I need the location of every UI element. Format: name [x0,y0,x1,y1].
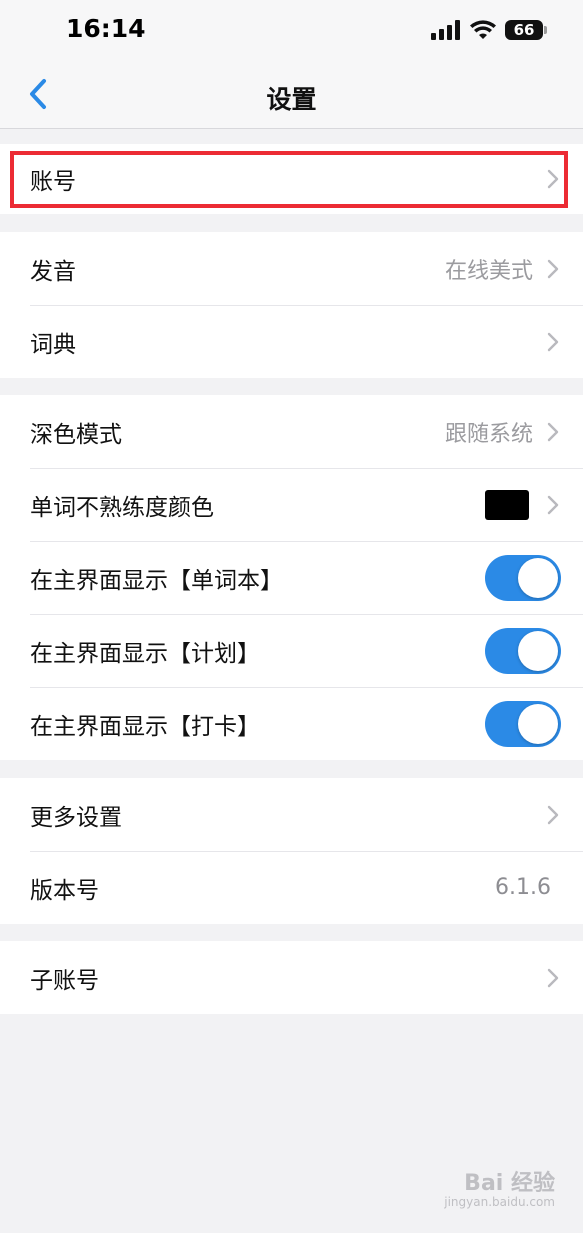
row-dark-mode[interactable]: 深色模式 跟随系统 [0,395,583,468]
row-value: 跟随系统 [444,421,533,447]
version-value: 6.1.6 [495,875,551,900]
cellular-signal-icon [431,20,460,40]
chevron-right-icon [547,258,561,280]
chevron-right-icon [547,804,561,826]
settings-group-account: 账号 [0,144,583,214]
wifi-icon [470,20,496,39]
row-show-checkin: 在主界面显示【打卡】 [0,687,583,760]
status-time: 16:14 [66,14,146,43]
toggle-switch-wordbook[interactable] [485,554,561,601]
chevron-right-icon [547,494,561,516]
row-account[interactable]: 账号 [0,144,583,214]
row-label: 词典 [30,331,76,358]
chevron-right-icon [547,331,561,353]
toggle-knob [518,630,558,671]
row-value: 在线美式 [444,258,533,284]
row-label: 发音 [30,258,76,285]
navigation-bar: 设置 [0,60,583,129]
watermark-subtext: jingyan.baidu.com [444,1195,555,1210]
chevron-right-icon [547,168,561,190]
watermark: Bai 经验 jingyan.baidu.com [444,1171,555,1210]
battery-indicator: 66 [505,20,547,40]
row-label: 在主界面显示【计划】 [30,640,260,667]
settings-group-display: 深色模式 跟随系统 单词不熟练度颜色 在主界面显示【单词本】 在主界面显示【计划… [0,395,583,760]
settings-group-subaccount: 子账号 [0,941,583,1014]
row-version: 版本号 6.1.6 [0,851,583,924]
color-swatch [485,489,529,520]
row-label: 版本号 [30,877,99,904]
chevron-right-icon [547,967,561,989]
row-dictionary[interactable]: 词典 [0,305,583,378]
row-pronunciation[interactable]: 发音 在线美式 [0,232,583,305]
row-show-wordbook: 在主界面显示【单词本】 [0,541,583,614]
row-label: 深色模式 [30,421,122,448]
settings-group-more: 更多设置 版本号 6.1.6 [0,778,583,924]
toggle-switch-plan[interactable] [485,627,561,674]
watermark-text: Bai 经验 [464,1171,555,1196]
toggle-knob [518,703,558,744]
toggle-switch-checkin[interactable] [485,700,561,747]
page-title: 设置 [266,85,317,114]
toggle-knob [518,557,558,598]
row-label: 子账号 [30,967,99,994]
settings-group-pronunciation: 发音 在线美式 词典 [0,232,583,378]
row-label: 更多设置 [30,804,122,831]
row-show-plan: 在主界面显示【计划】 [0,614,583,687]
row-label: 账号 [30,169,76,195]
chevron-right-icon [547,421,561,443]
status-bar: 16:14 66 [0,0,583,60]
row-label: 在主界面显示【单词本】 [30,567,283,594]
row-label: 在主界面显示【打卡】 [30,713,260,740]
status-icons: 66 [431,18,547,42]
row-more-settings[interactable]: 更多设置 [0,778,583,851]
row-unfamiliarity-color[interactable]: 单词不熟练度颜色 [0,468,583,541]
row-sub-account[interactable]: 子账号 [0,941,583,1014]
row-label: 单词不熟练度颜色 [30,494,214,521]
